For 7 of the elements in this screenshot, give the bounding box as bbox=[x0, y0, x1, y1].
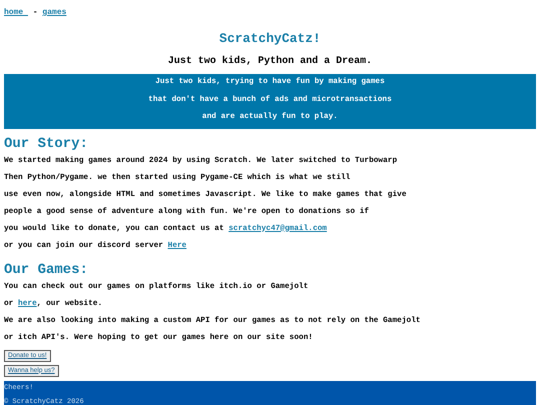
site-tagline: Just two kids, Python and a Dream. bbox=[166, 56, 374, 68]
nav-link[interactable]: games bbox=[42, 7, 66, 19]
nav-link[interactable]: home bbox=[4, 7, 28, 19]
nav-separator: - bbox=[32, 7, 39, 19]
section-heading: Our Games: bbox=[4, 260, 90, 278]
section-heading: Our Story: bbox=[4, 134, 90, 152]
site-title: ScratchyCatz! bbox=[218, 31, 322, 47]
